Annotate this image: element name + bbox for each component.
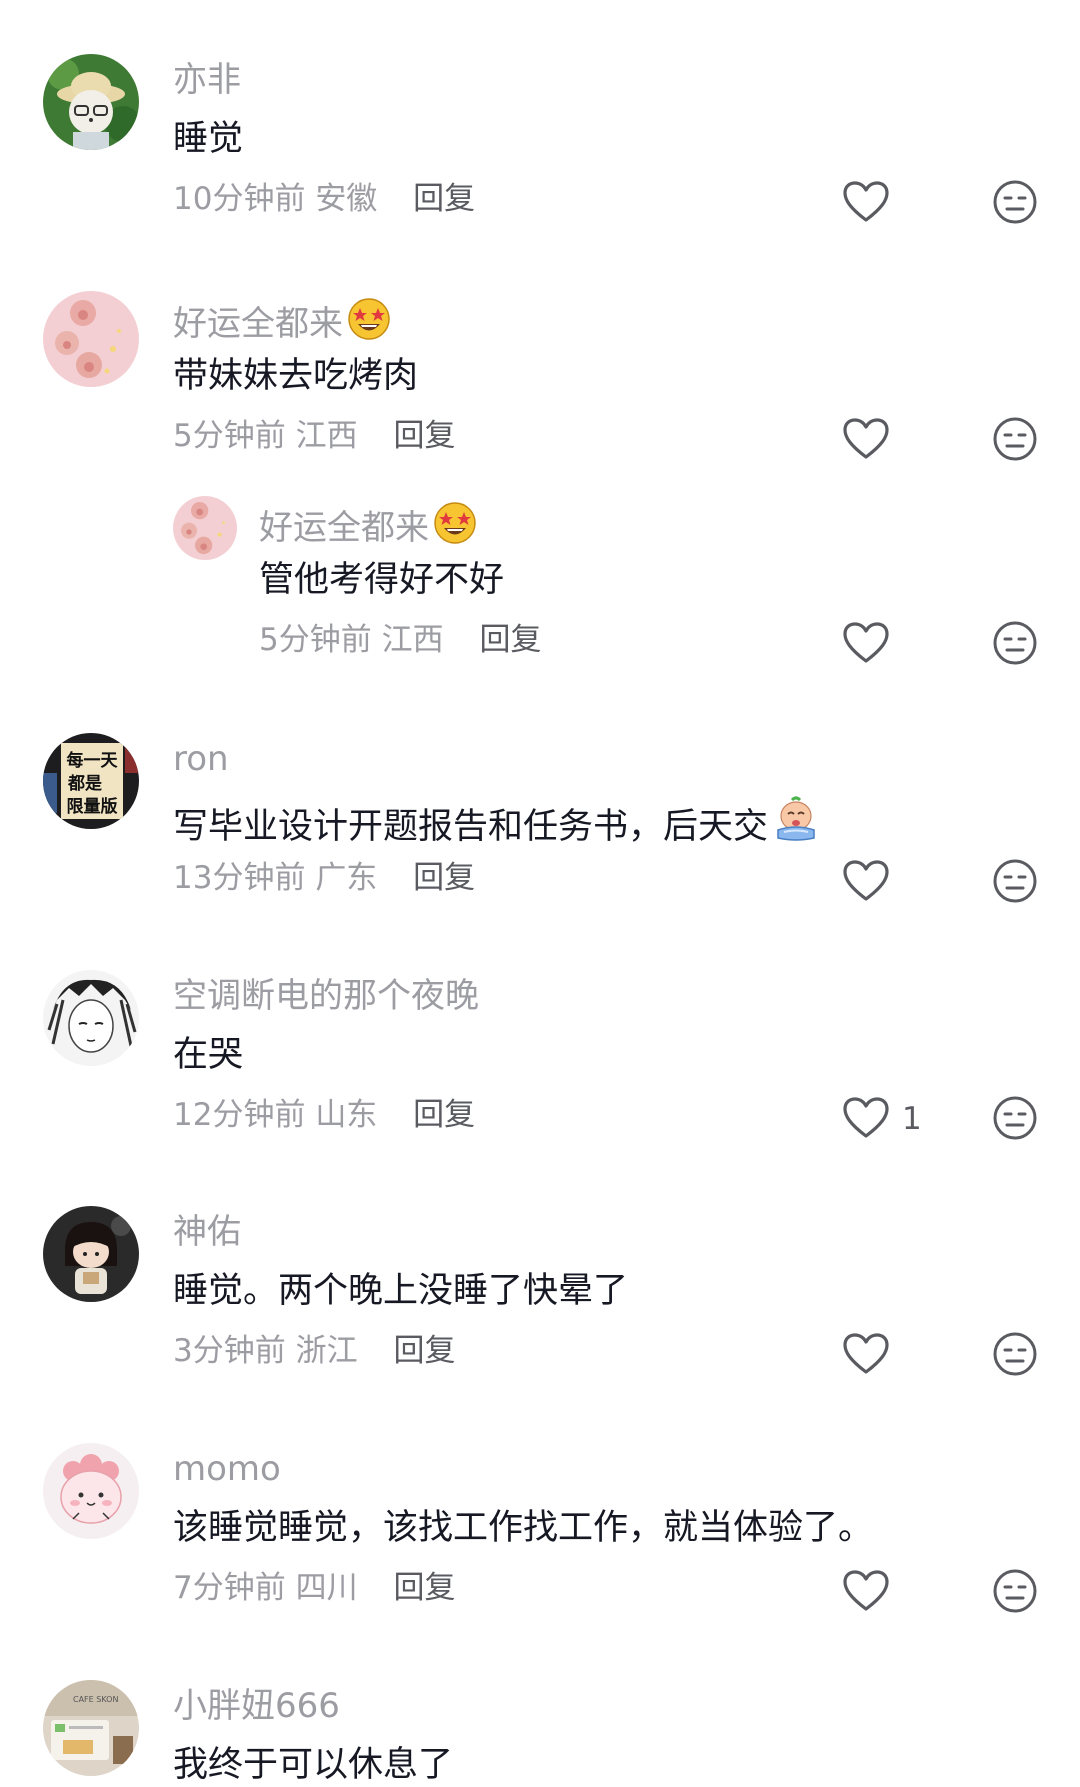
neutral-face-icon[interactable] xyxy=(992,1095,1038,1141)
avatar[interactable] xyxy=(43,1443,139,1539)
star-struck-emoji xyxy=(434,502,476,544)
neutral-face-icon[interactable] xyxy=(992,416,1038,462)
avatar-sign-line: 限量版 xyxy=(67,796,118,817)
comment-text: 写毕业设计开题报告和任务书，后天交 xyxy=(173,796,820,849)
avatar[interactable] xyxy=(43,54,139,150)
comment-text: 睡觉 xyxy=(173,119,244,159)
avatar[interactable]: CAFE SKON xyxy=(43,1680,139,1776)
crying-emoji xyxy=(777,796,815,841)
comment-time: 5分钟前 xyxy=(259,622,372,658)
comment-region: 江西 xyxy=(295,418,358,454)
username[interactable]: 好运全都来 xyxy=(259,501,477,548)
comment-region: 安徽 xyxy=(315,181,378,217)
comment-region: 江西 xyxy=(381,622,444,658)
username-text: 好运全都来 xyxy=(173,304,343,344)
star-struck-emoji xyxy=(348,298,390,340)
comment-time: 13分钟前 xyxy=(173,860,306,896)
neutral-face-icon[interactable] xyxy=(992,858,1038,904)
username[interactable]: momo xyxy=(173,1449,281,1489)
username[interactable]: 好运全都来 xyxy=(173,297,391,344)
avatar[interactable] xyxy=(173,496,237,560)
reply-button[interactable]: 回复 xyxy=(393,1570,455,1606)
reply-button[interactable]: 回复 xyxy=(413,181,475,217)
reply-button[interactable]: 回复 xyxy=(413,860,475,896)
comment-text: 在哭 xyxy=(173,1035,244,1075)
comment-meta: 5分钟前 江西 回复 xyxy=(173,416,455,456)
heart-outline-icon[interactable] xyxy=(842,1096,890,1140)
avatar-image xyxy=(43,291,139,387)
comment-meta: 10分钟前 安徽 回复 xyxy=(173,179,475,219)
comment-region: 广东 xyxy=(315,860,378,896)
comment-text: 睡觉。两个晚上没睡了快晕了 xyxy=(173,1271,629,1311)
username[interactable]: ron xyxy=(173,739,229,779)
comment-text: 我终于可以休息了 xyxy=(173,1745,454,1785)
heart-outline-icon[interactable] xyxy=(842,621,890,665)
avatar[interactable]: 每一天 都是 限量版 xyxy=(43,733,139,829)
neutral-face-icon[interactable] xyxy=(992,179,1038,225)
comment-text: 该睡觉睡觉，该找工作找工作，就当体验了。 xyxy=(173,1508,874,1548)
avatar[interactable] xyxy=(43,970,139,1066)
comment-meta: 3分钟前 浙江 回复 xyxy=(173,1331,455,1371)
comment-time: 10分钟前 xyxy=(173,181,306,217)
reply-button[interactable]: 回复 xyxy=(393,418,455,454)
comment-time: 3分钟前 xyxy=(173,1333,286,1369)
heart-outline-icon[interactable] xyxy=(842,1569,890,1613)
heart-outline-icon[interactable] xyxy=(842,859,890,903)
like-count: 1 xyxy=(902,1101,922,1137)
avatar-image: CAFE SKON xyxy=(43,1680,139,1776)
neutral-face-icon[interactable] xyxy=(992,620,1038,666)
avatar-image xyxy=(43,54,139,150)
username[interactable]: 空调断电的那个夜晚 xyxy=(173,976,479,1016)
neutral-face-icon[interactable] xyxy=(992,1331,1038,1377)
username[interactable]: 神佑 xyxy=(173,1212,241,1252)
avatar-image xyxy=(43,970,139,1066)
comment-meta: 12分钟前 山东 回复 xyxy=(173,1095,475,1135)
username-text: 好运全都来 xyxy=(259,508,429,548)
comment-region: 山东 xyxy=(315,1097,378,1133)
neutral-face-icon[interactable] xyxy=(992,1568,1038,1614)
heart-outline-icon[interactable] xyxy=(842,417,890,461)
avatar[interactable] xyxy=(43,291,139,387)
avatar-image: 每一天 都是 限量版 xyxy=(43,733,139,829)
reply-button[interactable]: 回复 xyxy=(413,1097,475,1133)
heart-outline-icon[interactable] xyxy=(842,1332,890,1376)
avatar[interactable] xyxy=(43,1206,139,1302)
avatar-image xyxy=(43,1443,139,1539)
avatar-shop-sign: CAFE SKON xyxy=(73,1695,118,1704)
avatar-sign-line: 每一天 xyxy=(67,750,119,771)
comment-text: 带妹妹去吃烤肉 xyxy=(173,356,419,396)
comment-meta: 5分钟前 江西 回复 xyxy=(259,620,541,660)
comment-time: 7分钟前 xyxy=(173,1570,286,1606)
avatar-image xyxy=(173,496,237,560)
comment-text: 管他考得好不好 xyxy=(259,560,505,600)
comment-time: 5分钟前 xyxy=(173,418,286,454)
comment-meta: 7分钟前 四川 回复 xyxy=(173,1568,455,1608)
comment-region: 四川 xyxy=(295,1570,358,1606)
comment-text-content: 写毕业设计开题报告和任务书，后天交 xyxy=(173,807,769,847)
username[interactable]: 小胖妞666 xyxy=(173,1686,340,1726)
reply-button[interactable]: 回复 xyxy=(393,1333,455,1369)
avatar-image xyxy=(43,1206,139,1302)
avatar-sign-line: 都是 xyxy=(67,773,102,794)
comment-meta: 13分钟前 广东 回复 xyxy=(173,858,475,898)
comment-time: 12分钟前 xyxy=(173,1097,306,1133)
username[interactable]: 亦非 xyxy=(173,60,241,100)
comment-region: 浙江 xyxy=(295,1333,358,1369)
reply-button[interactable]: 回复 xyxy=(479,622,541,658)
heart-outline-icon[interactable] xyxy=(842,180,890,224)
